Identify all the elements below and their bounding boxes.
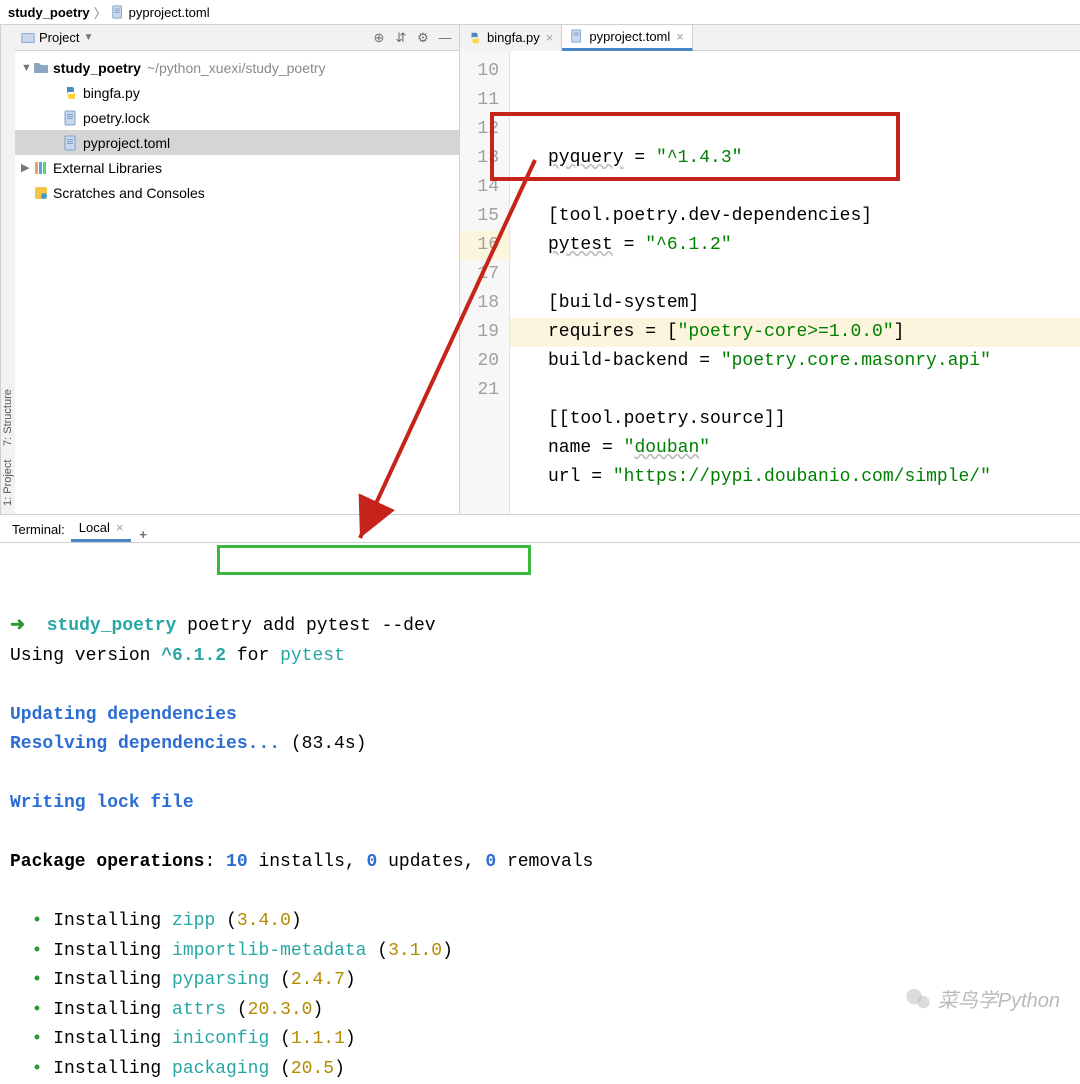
left-rail: 1: Project 7: Structure	[0, 25, 15, 514]
chevron-down-icon[interactable]: ▼	[83, 32, 93, 43]
line-number: 15	[460, 202, 499, 231]
locate-icon[interactable]: ⊕	[371, 30, 387, 46]
tree-scratches-label: Scratches and Consoles	[53, 185, 205, 201]
terminal-line	[10, 878, 1070, 908]
code-line	[548, 173, 1080, 202]
chevron-right-icon[interactable]: ▶	[21, 161, 33, 174]
terminal-line	[10, 671, 1070, 701]
tab-label: pyproject.toml	[589, 29, 670, 44]
gear-icon[interactable]: ⚙	[415, 30, 431, 46]
line-number: 17	[460, 260, 499, 289]
code-line	[548, 376, 1080, 405]
code-line: [tool.poetry.dev-dependencies]	[548, 202, 1080, 231]
scratches-icon	[33, 185, 49, 201]
folder-icon	[33, 60, 49, 76]
collapse-all-icon[interactable]: ⇵	[393, 30, 409, 46]
terminal-line: • Installing zipp (3.4.0)	[10, 907, 1070, 937]
code-line: build-backend = "poetry.core.masonry.api…	[548, 347, 1080, 376]
editor-gutter: 101112131415161718192021	[460, 51, 510, 514]
close-icon[interactable]: ×	[676, 29, 684, 44]
terminal-line: Using version ^6.1.2 for pytest	[10, 642, 1070, 672]
annotation-green-box	[217, 545, 531, 575]
tree-item-label: poetry.lock	[83, 110, 150, 126]
tree-item-pyproject-toml[interactable]: pyproject.toml	[15, 130, 459, 155]
code-line: pytest = "^6.1.2"	[548, 231, 1080, 260]
terminal-line: Package operations: 10 installs, 0 updat…	[10, 848, 1070, 878]
tree-scratches[interactable]: Scratches and Consoles	[15, 180, 459, 205]
code-line: [build-system]	[548, 289, 1080, 318]
rail-project[interactable]: 1: Project	[2, 460, 14, 506]
breadcrumb: study_poetry 〉 pyproject.toml	[0, 0, 1080, 25]
editor-tabs: bingfa.py × pyproject.toml ×	[460, 25, 1080, 51]
editor-tab-bingfa-py[interactable]: bingfa.py ×	[460, 25, 562, 51]
line-number: 19	[460, 318, 499, 347]
project-header: Project ▼ ⊕ ⇵ ⚙ —	[15, 25, 459, 51]
watermark: 菜鸟学Python	[904, 984, 1060, 1013]
terminal-line: Writing lock file	[10, 789, 1070, 819]
code-line: requires = ["poetry-core>=1.0.0"]	[510, 318, 1080, 347]
tree-root-path: ~/python_xuexi/study_poetry	[147, 60, 326, 76]
file-icon	[570, 29, 584, 43]
tab-label: bingfa.py	[487, 30, 540, 45]
tree-external-libraries[interactable]: ▶ External Libraries	[15, 155, 459, 180]
rail-structure[interactable]: 7: Structure	[2, 389, 14, 446]
wechat-icon	[904, 985, 932, 1013]
line-number: 18	[460, 289, 499, 318]
code-line: pyquery = "^1.4.3"	[548, 144, 1080, 173]
editor-tab-pyproject-toml[interactable]: pyproject.toml ×	[562, 25, 693, 51]
tree-root-name: study_poetry	[53, 60, 141, 76]
tree-item-poetry-lock[interactable]: poetry.lock	[15, 105, 459, 130]
terminal-line	[10, 819, 1070, 849]
tree-item-bingfa-py[interactable]: bingfa.py	[15, 80, 459, 105]
code-line: name = "douban"	[548, 434, 1080, 463]
code-line: url = "https://pypi.doubanio.com/simple/…	[548, 463, 1080, 492]
project-title[interactable]: Project	[39, 30, 79, 45]
line-number: 16	[460, 231, 509, 260]
line-number: 14	[460, 173, 499, 202]
tree-item-label: bingfa.py	[83, 85, 140, 101]
watermark-text: 菜鸟学Python	[938, 984, 1060, 1013]
terminal-prompt-line: ➜ study_poetry poetry add pytest --dev	[10, 612, 1070, 642]
terminal-tab-bar: Terminal: Local × +	[0, 515, 1080, 543]
code-line	[548, 260, 1080, 289]
line-number: 13	[460, 144, 499, 173]
tree-external-label: External Libraries	[53, 160, 162, 176]
terminal-line	[10, 760, 1070, 790]
line-number: 20	[460, 347, 499, 376]
python-file-icon	[468, 31, 482, 45]
line-number: 11	[460, 86, 499, 115]
line-number: 10	[460, 57, 499, 86]
editor-pane: bingfa.py × pyproject.toml × 10111213141516…	[460, 25, 1080, 514]
terminal-tab-local[interactable]: Local ×	[71, 516, 132, 542]
terminal-line: Updating dependencies	[10, 701, 1070, 731]
breadcrumb-separator-icon: 〉	[94, 3, 107, 22]
python-file-icon	[63, 85, 79, 101]
project-tree: ▼ study_poetry ~/python_xuexi/study_poet…	[15, 51, 459, 209]
terminal-tab-label: Local	[79, 520, 110, 535]
file-icon	[111, 5, 125, 19]
terminal-line: • Installing importlib-metadata (3.1.0)	[10, 937, 1070, 967]
terminal-line: • Installing packaging (20.5)	[10, 1055, 1070, 1084]
terminal-new-tab-button[interactable]: +	[131, 527, 155, 542]
terminal-label: Terminal:	[6, 516, 71, 542]
code-line: [[tool.poetry.source]]	[548, 405, 1080, 434]
breadcrumb-root[interactable]: study_poetry	[8, 5, 90, 20]
terminal-line: Resolving dependencies... (83.4s)	[10, 730, 1070, 760]
project-icon	[21, 31, 35, 45]
project-pane: Project ▼ ⊕ ⇵ ⚙ — ▼ study_poetry ~/pytho…	[15, 25, 460, 514]
file-icon	[63, 110, 79, 126]
tree-item-label: pyproject.toml	[83, 135, 170, 151]
line-number: 21	[460, 376, 499, 405]
tree-root[interactable]: ▼ study_poetry ~/python_xuexi/study_poet…	[15, 55, 459, 80]
editor-code[interactable]: pyquery = "^1.4.3" [tool.poetry.dev-depe…	[510, 51, 1080, 514]
file-icon	[63, 135, 79, 151]
hide-icon[interactable]: —	[437, 30, 453, 46]
close-icon[interactable]: ×	[116, 520, 124, 535]
line-number: 12	[460, 115, 499, 144]
chevron-down-icon[interactable]: ▼	[21, 62, 33, 74]
libraries-icon	[33, 160, 49, 176]
breadcrumb-file[interactable]: pyproject.toml	[129, 5, 210, 20]
terminal-line: • Installing iniconfig (1.1.1)	[10, 1025, 1070, 1055]
close-icon[interactable]: ×	[546, 30, 554, 45]
